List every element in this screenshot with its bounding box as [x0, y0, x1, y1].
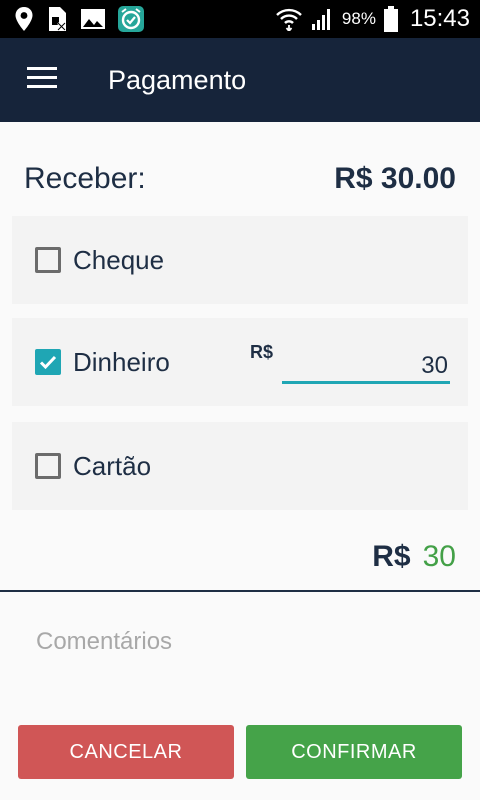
- app-bar: Pagamento: [0, 38, 480, 122]
- wifi-icon: [276, 7, 302, 31]
- cheque-label: Cheque: [73, 244, 165, 275]
- cancel-button[interactable]: CANCELAR: [18, 725, 234, 779]
- image-icon: [80, 7, 106, 31]
- receive-label: Receber:: [24, 162, 146, 195]
- amount-currency-prefix: R$: [250, 342, 274, 362]
- app-alarm-icon: [118, 6, 144, 32]
- divider: [0, 590, 480, 592]
- hamburger-menu-icon: [27, 66, 57, 94]
- receive-row: Receber: R$ 30.00: [24, 162, 456, 196]
- signal-icon: [310, 7, 334, 31]
- sim-card-icon: [46, 6, 68, 32]
- battery-percent: 98%: [341, 9, 376, 28]
- clock: 15:43: [409, 5, 470, 32]
- dinheiro-amount-input[interactable]: [282, 350, 450, 384]
- payment-method-cartao[interactable]: Cartão: [12, 422, 468, 510]
- total-value: 30: [422, 540, 456, 573]
- status-bar: 98% 15:43: [0, 0, 480, 38]
- cartao-label: Cartão: [73, 450, 152, 481]
- payment-method-dinheiro[interactable]: Dinheiro R$: [12, 318, 468, 406]
- payment-content: Receber: R$ 30.00 Cheque Dinheiro R$ Car…: [0, 122, 480, 800]
- dinheiro-amount-field: R$: [248, 336, 450, 392]
- total-row: R$ 30: [372, 540, 456, 574]
- total-currency: R$: [372, 540, 411, 573]
- cheque-checkbox[interactable]: [35, 247, 61, 273]
- menu-button[interactable]: [0, 38, 84, 122]
- check-icon: [39, 355, 57, 370]
- page-title: Pagamento: [108, 64, 247, 95]
- battery-icon: [383, 6, 398, 32]
- dinheiro-label: Dinheiro: [73, 346, 170, 377]
- location-icon: [14, 6, 34, 32]
- dinheiro-checkbox[interactable]: [35, 349, 61, 375]
- confirm-button[interactable]: CONFIRMAR: [246, 725, 462, 779]
- payment-method-cheque[interactable]: Cheque: [12, 216, 468, 304]
- comments-input[interactable]: [20, 612, 460, 672]
- receive-amount: R$ 30.00: [334, 162, 456, 195]
- cartao-checkbox[interactable]: [35, 453, 61, 479]
